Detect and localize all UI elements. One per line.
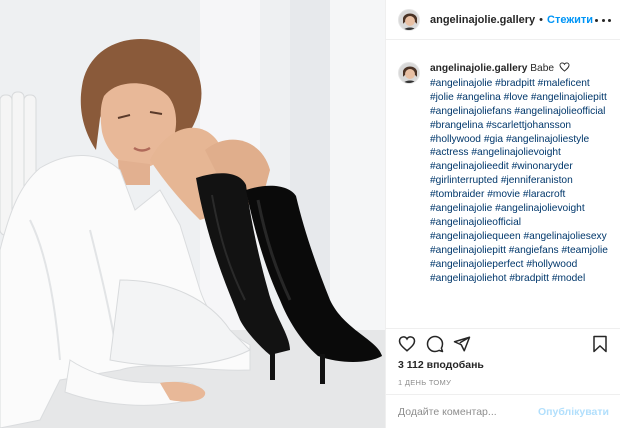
hashtag-link[interactable]: #angelinajoliesexy [523,231,606,242]
hashtag-link[interactable]: #bradpitt [495,78,535,89]
caption-text: Babe [530,63,555,74]
post-comment-button[interactable]: Опублікувати [538,406,609,418]
hashtag-link[interactable]: #gia [484,134,503,145]
likes-count[interactable]: 3 112 вподобань [398,359,484,371]
header-username[interactable]: angelinajolie.gallery [430,14,535,26]
hashtag-link[interactable]: #angelinajoliepitt [531,92,607,103]
hashtag-link[interactable]: #actress [430,147,469,158]
post-sidebar: angelinajolie.gallery • Стежити angelina… [385,0,620,428]
hashtag-link[interactable]: #angelinajoliestyle [506,134,589,145]
follow-button[interactable]: Стежити [547,14,593,26]
post-actions: 3 112 вподобань [386,328,620,372]
hashtag-link[interactable]: #angelinajoliequeen [430,231,521,242]
hashtag-link[interactable]: #jenniferaniston [501,175,573,186]
hashtag-link[interactable]: #hollywood [526,259,577,270]
hashtag-link[interactable]: #winonaryder [512,161,573,172]
hashtag-link[interactable]: #tombraider [430,189,484,200]
hashtag-link[interactable]: #girlinterrupted [430,175,498,186]
post-header: angelinajolie.gallery • Стежити [386,0,620,40]
avatar-image [399,9,419,30]
photo-illustration [0,0,385,428]
hashtag-link[interactable]: #angiefans [509,245,559,256]
hashtag-link[interactable]: #movie [487,189,520,200]
more-icon[interactable] [595,13,611,27]
hashtag-link[interactable]: #scarlettjohansson [486,120,571,131]
hashtag-link[interactable]: #love [504,92,528,103]
hashtag-link[interactable]: #teamjolie [561,245,607,256]
hashtag-link[interactable]: #angelinajolievoight [495,203,585,214]
hashtag-link[interactable]: #angelinajolieperfect [430,259,523,270]
hashtag-link[interactable]: #model [552,273,585,284]
post-photo[interactable] [0,0,385,428]
caption-text-block: angelinajolie.gallery Babe #angelinajoli… [430,62,611,286]
bookmark-icon[interactable] [591,335,609,353]
hashtag-link[interactable]: #angelinajolievoight [471,147,561,158]
caption: angelinajolie.gallery Babe #angelinajoli… [398,62,611,286]
hashtag-link[interactable]: #angelinajoliepitt [430,245,506,256]
hashtag-link[interactable]: #laracroft [523,189,565,200]
hashtag-link[interactable]: #hollywood [430,134,481,145]
avatar[interactable] [398,8,420,31]
hashtag-link[interactable]: #jolie [430,92,454,103]
hashtag-link[interactable]: #angelinajolie [430,78,492,89]
hashtag-list: #angelinajolie #bradpitt #maleficent #jo… [430,77,611,286]
comment-input[interactable] [398,405,538,418]
instagram-post: angelinajolie.gallery • Стежити angelina… [0,0,620,428]
hashtag-link[interactable]: #angelinajolie [430,203,492,214]
comment-icon[interactable] [426,335,444,353]
post-timestamp[interactable]: 1 ДЕНЬ ТОМУ [398,378,451,387]
heart-icon[interactable] [398,335,416,353]
caption-username[interactable]: angelinajolie.gallery [430,63,527,74]
hashtag-link[interactable]: #angelinajoliefans [430,106,512,117]
comments-section: angelinajolie.gallery Babe #angelinajoli… [386,40,620,328]
hashtag-link[interactable]: #angelinajolieofficial [514,106,605,117]
heart-emoji-icon [559,62,570,72]
hashtag-link[interactable]: #maleficent [538,78,590,89]
avatar-image [399,63,419,83]
share-icon[interactable] [453,335,471,353]
separator-dot: • [539,13,544,26]
hashtag-link[interactable]: #brangelina [430,120,483,131]
hashtag-link[interactable]: #angelinajolieofficial [430,217,521,228]
caption-avatar[interactable] [398,62,420,84]
comment-form: Опублікувати [386,394,620,428]
hashtag-link[interactable]: #bradpitt [509,273,549,284]
action-icons [398,335,609,355]
hashtag-link[interactable]: #angelinajoliehot [430,273,506,284]
hashtag-link[interactable]: #angelinajolieedit [430,161,509,172]
hashtag-link[interactable]: #angelina [457,92,501,103]
